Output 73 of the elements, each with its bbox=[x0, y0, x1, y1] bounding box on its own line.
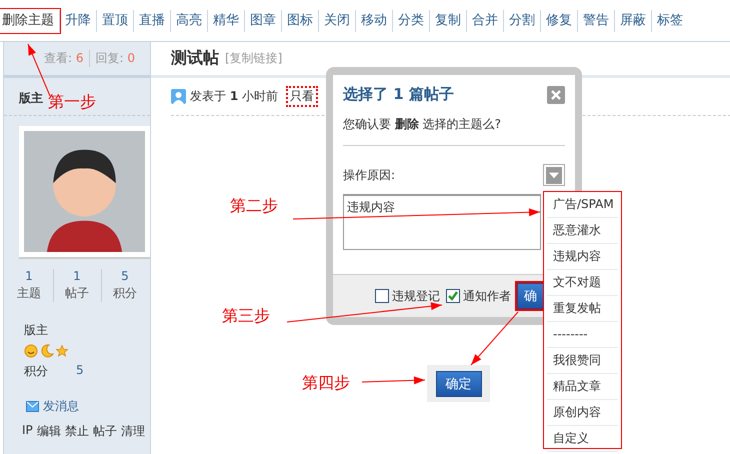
toolbar-link[interactable]: 警告 bbox=[577, 10, 614, 32]
count-value: 1 bbox=[73, 269, 81, 283]
confirm-message: 您确认要 删除 选择的主题么? bbox=[343, 104, 565, 146]
annotation-arrow bbox=[470, 312, 518, 366]
count-value: 1 bbox=[25, 269, 33, 283]
toolbar-link[interactable]: 复制 bbox=[429, 10, 466, 32]
step-label: 第二步 bbox=[230, 196, 278, 217]
reason-field[interactable]: 违规内容 bbox=[343, 194, 541, 250]
count-label: 积分 bbox=[113, 285, 137, 302]
checkbox-label: 违规登记 bbox=[392, 288, 440, 304]
toolbar-link[interactable]: 移动 bbox=[355, 10, 392, 32]
toolbar-link[interactable]: 关闭 bbox=[318, 10, 355, 32]
close-icon bbox=[551, 90, 561, 100]
stat-text: 查看: 6 bbox=[44, 50, 84, 67]
menu-item[interactable]: 违规内容 bbox=[547, 244, 618, 270]
toolbar-link[interactable]: 置顶 bbox=[96, 10, 133, 32]
checkbox[interactable] bbox=[375, 289, 389, 303]
user-icon bbox=[171, 89, 186, 104]
toolbar-link[interactable]: 图章 bbox=[244, 10, 281, 32]
moon-icon bbox=[40, 344, 54, 358]
close-button[interactable] bbox=[547, 86, 565, 104]
menu-item[interactable]: 恶意灌水 bbox=[547, 218, 618, 244]
toolbar-link[interactable]: 删除主题 bbox=[0, 10, 59, 32]
toolbar-link[interactable]: 高亮 bbox=[170, 10, 207, 32]
only-author-link[interactable]: 只看 bbox=[288, 88, 316, 105]
menu-item[interactable]: 自定义 bbox=[547, 426, 618, 452]
toolbar-link[interactable]: 分割 bbox=[503, 10, 540, 32]
send-message-link[interactable]: 发消息 bbox=[43, 398, 79, 415]
star-icon bbox=[56, 345, 68, 357]
reason-label: 操作原因: bbox=[343, 166, 396, 184]
step-label: 第四步 bbox=[302, 373, 350, 394]
admin-link[interactable]: 帖子 bbox=[92, 423, 117, 440]
menu-item[interactable]: 重复发帖 bbox=[547, 296, 618, 322]
toolbar-link[interactable]: 分类 bbox=[392, 10, 429, 32]
sun-icon bbox=[24, 344, 38, 358]
user-group: 版主 bbox=[4, 302, 150, 339]
menu-item[interactable]: 精品文章 bbox=[547, 374, 618, 400]
menu-item[interactable]: 我很赞同 bbox=[547, 348, 618, 374]
toolbar-link[interactable]: 屏蔽 bbox=[614, 10, 651, 32]
toolbar-link[interactable]: 精华 bbox=[207, 10, 244, 32]
points-value: 5 bbox=[76, 363, 84, 379]
points-label: 积分 bbox=[24, 363, 48, 380]
post-title: 测试帖 bbox=[171, 48, 219, 69]
admin-link[interactable]: 禁止 bbox=[64, 423, 89, 440]
toolbar-link[interactable]: 合并 bbox=[466, 10, 503, 32]
toolbar-link[interactable]: 修复 bbox=[540, 10, 577, 32]
toolbar-link[interactable]: 直播 bbox=[133, 10, 170, 32]
step-label: 第一步 bbox=[48, 92, 96, 113]
count-label: 主题 bbox=[17, 285, 41, 302]
dialog-title: 选择了 1 篇帖子 bbox=[343, 85, 454, 104]
checkbox[interactable] bbox=[446, 289, 460, 303]
menu-item[interactable]: 广告/SPAM bbox=[547, 192, 618, 218]
confirm-button[interactable]: 确定 bbox=[436, 370, 482, 396]
toolbar-link[interactable]: 升降 bbox=[59, 10, 96, 32]
admin-link[interactable]: 清理 bbox=[120, 423, 145, 440]
menu-item[interactable]: 文不对题 bbox=[547, 270, 618, 296]
dropdown-button[interactable] bbox=[543, 164, 565, 186]
count-label: 帖子 bbox=[65, 285, 89, 302]
stat-text: 回复: 0 bbox=[88, 50, 135, 67]
admin-link[interactable]: 编辑 bbox=[36, 423, 61, 440]
post-time: 发表于 1 小时前 bbox=[190, 88, 278, 105]
annotation-arrow bbox=[362, 376, 426, 384]
checkbox-label: 通知作者 bbox=[463, 288, 511, 304]
menu-item[interactable]: -------- bbox=[547, 322, 618, 348]
count-value: 5 bbox=[121, 269, 129, 283]
toolbar-link[interactable]: 图标 bbox=[281, 10, 318, 32]
envelope-icon bbox=[26, 401, 39, 412]
toolbar-link[interactable]: 标签 bbox=[651, 10, 688, 32]
caret-icon bbox=[546, 166, 562, 184]
admin-link[interactable]: IP bbox=[22, 423, 33, 440]
step-label: 第三步 bbox=[222, 306, 270, 327]
menu-item[interactable]: 原创内容 bbox=[547, 400, 618, 426]
confirm-button[interactable]: 确 bbox=[517, 283, 544, 309]
